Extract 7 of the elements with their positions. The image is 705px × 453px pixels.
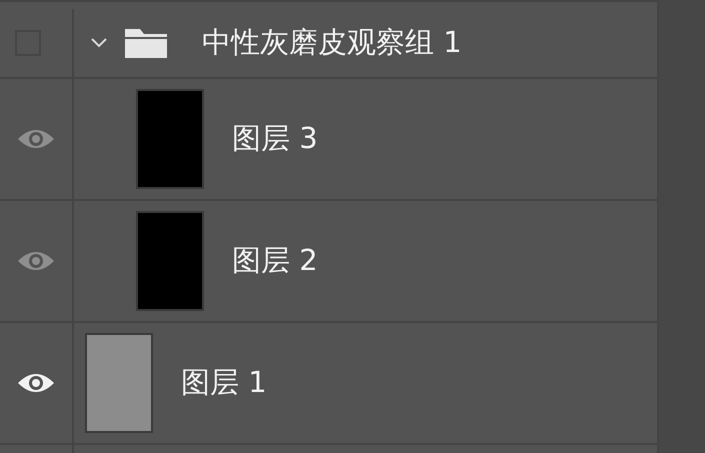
layer-name[interactable]: 图层 3: [232, 119, 318, 159]
chevron-icon[interactable]: [90, 37, 108, 49]
layer-name[interactable]: 图层 1: [181, 363, 267, 403]
eye-icon[interactable]: [17, 371, 55, 395]
group-name[interactable]: 中性灰磨皮观察组 1: [202, 23, 462, 63]
folder-icon: [124, 27, 168, 59]
layer-name[interactable]: 图层 2: [232, 241, 318, 281]
